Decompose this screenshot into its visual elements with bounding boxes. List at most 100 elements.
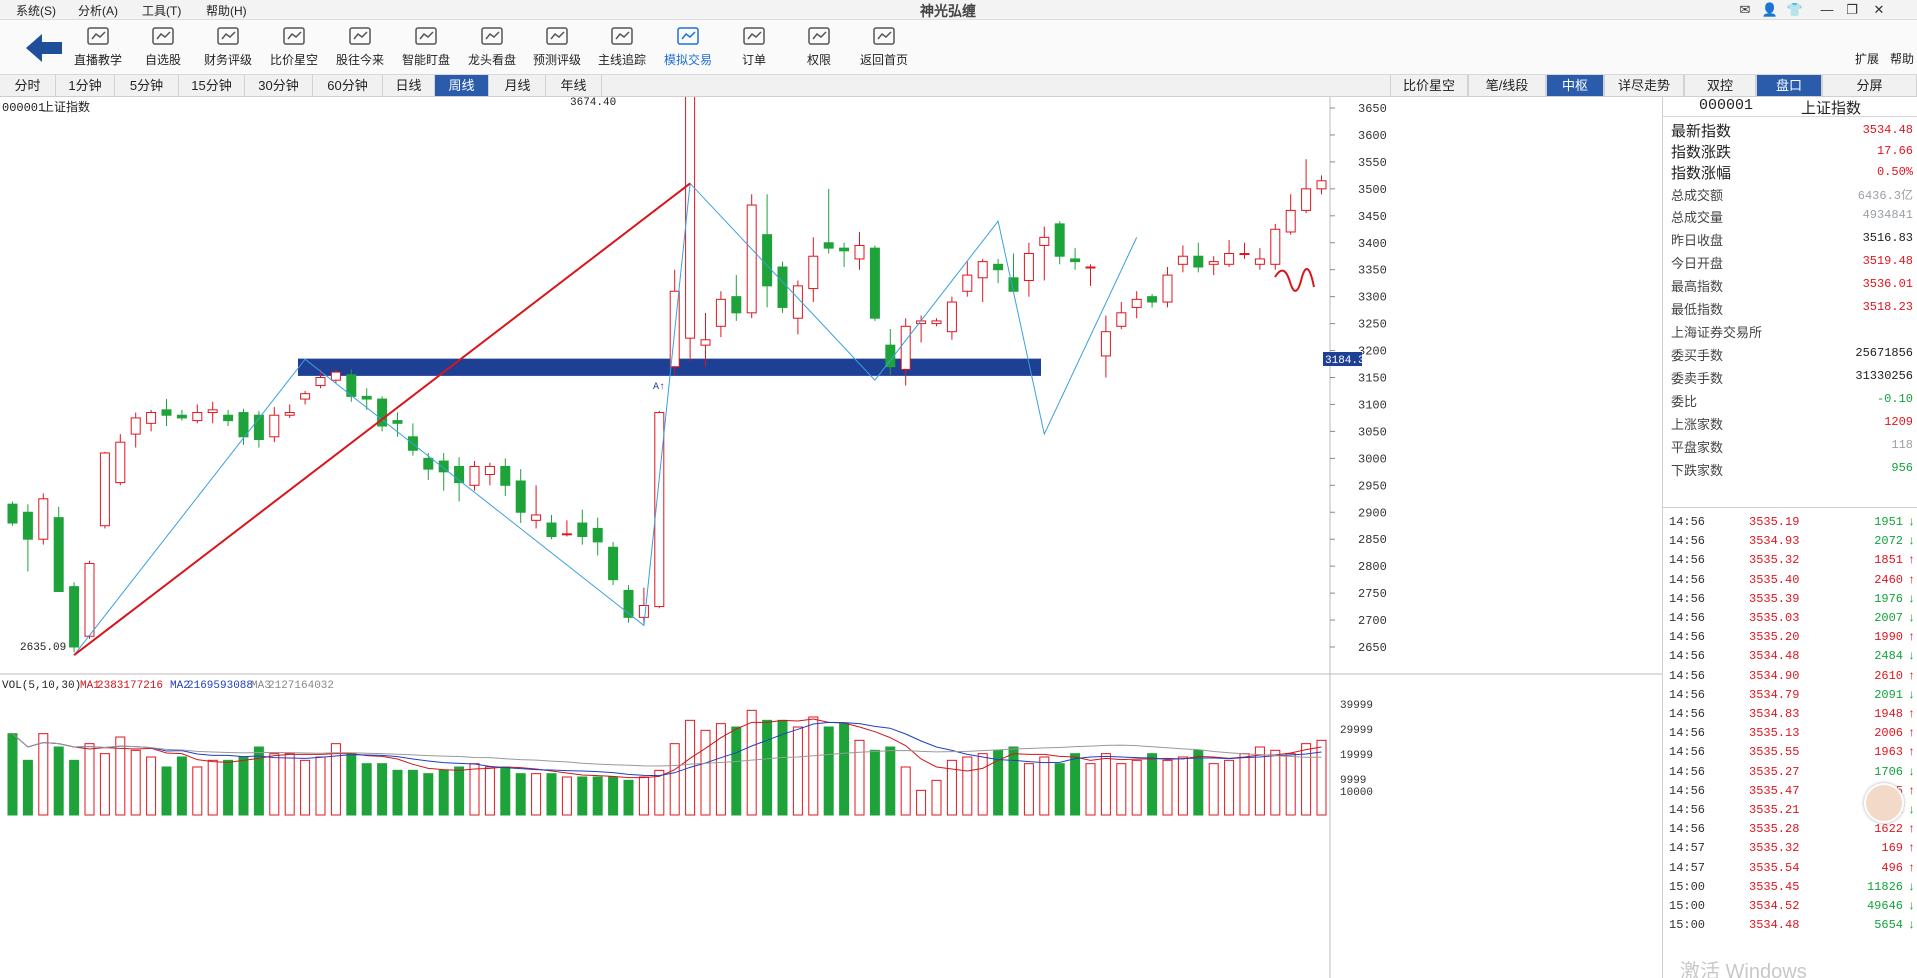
toolbar-button-4[interactable]: 比价星空 bbox=[256, 26, 332, 72]
tick-time: 14:56 bbox=[1669, 764, 1706, 779]
tick-time: 14:56 bbox=[1669, 822, 1706, 837]
quote-panel-header: 000001 上证指数 bbox=[1663, 97, 1917, 118]
tick-volume: 1963 bbox=[1874, 745, 1903, 760]
arrow-down-icon: ↓ bbox=[1907, 879, 1915, 894]
shirt-icon[interactable]: 👕 bbox=[1786, 2, 1804, 18]
quote-stat-row: 最新指数 3534.48 bbox=[1667, 120, 1915, 142]
quote-stat-row: 下跌家数 956 bbox=[1667, 458, 1915, 480]
tick-price: 3535.32 bbox=[1749, 841, 1800, 856]
right-tab-1[interactable]: 比价星空 bbox=[1390, 75, 1468, 96]
volume-bar bbox=[608, 776, 619, 816]
period-tab-1[interactable]: 分时 bbox=[0, 75, 56, 96]
expand-button[interactable]: 扩展 bbox=[1855, 50, 1879, 67]
quote-stat-value: 3536.01 bbox=[1862, 277, 1913, 291]
right-tab-4[interactable]: 详尽走势 bbox=[1604, 75, 1684, 96]
volume-bar bbox=[84, 743, 95, 816]
candle-body bbox=[1085, 266, 1096, 269]
arrow-up-icon: ↑ bbox=[1907, 572, 1915, 587]
period-tab-4[interactable]: 15分钟 bbox=[179, 75, 245, 96]
quote-stat-value: 3519.48 bbox=[1862, 254, 1913, 268]
period-tab-7[interactable]: 日线 bbox=[383, 75, 435, 96]
period-tab-8[interactable]: 周线 bbox=[435, 75, 489, 96]
volume-bar bbox=[484, 766, 495, 816]
right-tab-6[interactable]: 盘口 bbox=[1756, 75, 1822, 96]
volume-bar bbox=[99, 753, 110, 816]
help-button[interactable]: 帮助 bbox=[1890, 50, 1914, 67]
volume-bar bbox=[592, 776, 603, 816]
arrow-down-icon: ↓ bbox=[1907, 899, 1915, 913]
restore-icon[interactable]: ❐ bbox=[1843, 2, 1861, 18]
period-tab-9[interactable]: 月线 bbox=[490, 75, 546, 96]
ai-icon bbox=[546, 27, 568, 45]
volume-bar bbox=[1239, 753, 1250, 816]
assistant-avatar[interactable] bbox=[1864, 783, 1904, 823]
mail-icon[interactable]: ✉ bbox=[1736, 2, 1754, 18]
period-tab-10[interactable]: 年线 bbox=[546, 75, 602, 96]
arrow-up-icon: ↑ bbox=[1907, 841, 1915, 856]
menu-system[interactable]: 系统(S) bbox=[16, 2, 56, 19]
tick-time: 14:56 bbox=[1669, 803, 1706, 817]
minimize-icon[interactable]: — bbox=[1818, 2, 1836, 17]
chart-code: 000001 bbox=[2, 101, 45, 115]
candle-body bbox=[1100, 331, 1111, 357]
right-tab-3[interactable]: 中枢 bbox=[1546, 75, 1604, 96]
price-tick-label: 3350 bbox=[1358, 264, 1387, 278]
quote-stat-row: 今日开盘 3519.48 bbox=[1667, 251, 1915, 273]
candle-body bbox=[330, 371, 341, 381]
tick-time: 14:57 bbox=[1669, 860, 1706, 875]
toolbar-button-9[interactable]: 主线追踪 bbox=[584, 26, 660, 72]
tick-time: 14:56 bbox=[1669, 553, 1706, 568]
candle-body bbox=[854, 244, 865, 260]
toolbar-button-10[interactable]: 模拟交易 bbox=[650, 26, 726, 72]
price-tick-label: 3600 bbox=[1358, 129, 1387, 143]
tick-time: 15:00 bbox=[1669, 879, 1706, 894]
toolbar-button-13[interactable]: 返回首页 bbox=[846, 26, 922, 72]
candle-body bbox=[392, 420, 403, 424]
tick-price: 3535.32 bbox=[1749, 553, 1800, 568]
user-icon[interactable]: 👤 bbox=[1761, 2, 1779, 18]
home-icon bbox=[873, 27, 895, 45]
tick-volume: 2072 bbox=[1874, 534, 1903, 549]
line-chart-icon bbox=[283, 27, 305, 45]
volume-bar bbox=[1270, 749, 1281, 816]
candle-body bbox=[115, 441, 126, 484]
candle-body bbox=[715, 298, 726, 327]
right-tab-2[interactable]: 笔/线段 bbox=[1468, 75, 1546, 96]
candle-body bbox=[223, 414, 234, 422]
tick-price: 3534.52 bbox=[1749, 899, 1800, 913]
tick-row: 14:56 3534.79 2091 ↓ bbox=[1669, 688, 1915, 707]
close-icon[interactable]: ✕ bbox=[1870, 2, 1888, 18]
candle-body bbox=[977, 261, 988, 279]
tick-time: 14:56 bbox=[1669, 687, 1706, 702]
volume-bar bbox=[1316, 739, 1327, 816]
right-tab-7[interactable]: 分屏 bbox=[1822, 75, 1917, 96]
candle-body bbox=[638, 604, 649, 618]
tick-price: 3534.79 bbox=[1749, 687, 1800, 702]
volume-bar bbox=[1224, 759, 1235, 816]
menu-tools[interactable]: 工具(T) bbox=[142, 2, 181, 19]
period-tab-3[interactable]: 5分钟 bbox=[115, 75, 179, 96]
candle-body bbox=[300, 393, 311, 400]
volume-bar bbox=[900, 766, 911, 816]
volume-bar bbox=[977, 753, 988, 816]
period-tab-6[interactable]: 60分钟 bbox=[313, 75, 383, 96]
tick-price: 3534.48 bbox=[1749, 649, 1800, 664]
kline-chart[interactable]: 3650360035503500345034003350330032503200… bbox=[0, 97, 1662, 978]
quote-stat-value: 17.66 bbox=[1876, 144, 1913, 158]
period-tab-2[interactable]: 1分钟 bbox=[56, 75, 115, 96]
toolbar-button-5[interactable]: 股往今来 bbox=[322, 26, 398, 72]
candle-body bbox=[99, 452, 110, 527]
toolbar-button-label: 主线追踪 bbox=[597, 53, 646, 67]
toolbar-button-6[interactable]: 智能盯盘 bbox=[388, 26, 464, 72]
arrow-down-icon: ↓ bbox=[1907, 649, 1915, 664]
menu-analysis[interactable]: 分析(A) bbox=[78, 2, 118, 19]
period-tab-5[interactable]: 30分钟 bbox=[245, 75, 313, 96]
volume-bar bbox=[792, 726, 803, 816]
volume-bar bbox=[1100, 753, 1111, 816]
quote-stat-label: 最高指数 bbox=[1671, 280, 1724, 295]
menu-help[interactable]: 帮助(H) bbox=[206, 2, 247, 19]
toolbar-button-3[interactable]: 财务评级 bbox=[190, 26, 266, 72]
right-tab-5[interactable]: 双控 bbox=[1684, 75, 1756, 96]
price-tick-label: 3400 bbox=[1358, 237, 1387, 251]
candle-body bbox=[1147, 296, 1158, 303]
